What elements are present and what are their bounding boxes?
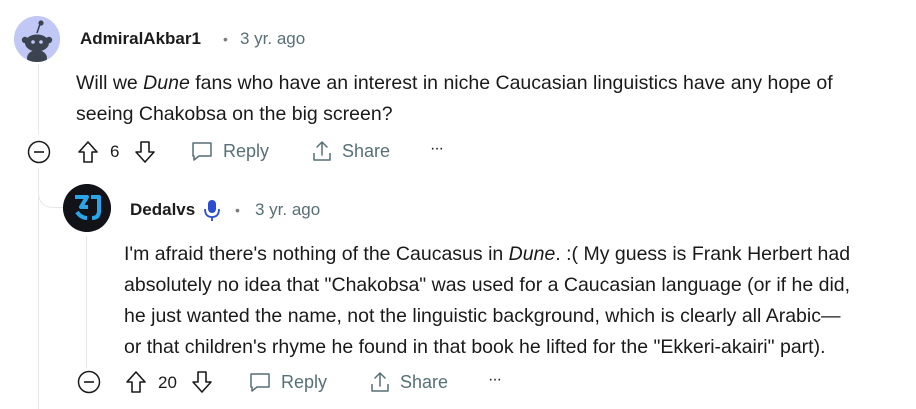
thread-line-lower	[38, 168, 39, 409]
share-icon	[313, 141, 331, 161]
comment-body-line: absolutely no idea that "Chakobsa" was u…	[124, 274, 851, 296]
thread-connector	[38, 168, 64, 208]
dedalvs-logo-icon	[63, 184, 111, 232]
flair-badge	[202, 198, 222, 222]
thread-line-reply	[86, 236, 87, 368]
comment-body-line: I'm afraid there's nothing of the Caucas…	[124, 243, 851, 265]
avatar[interactable]	[14, 16, 60, 62]
thread-line-main	[38, 64, 39, 134]
collapse-button[interactable]	[77, 370, 101, 394]
comment-body-line: or that children's rhyme he found in tha…	[124, 336, 826, 358]
comment-bubble-icon	[192, 142, 212, 161]
comment-body-line: he just wanted the name, not the linguis…	[124, 305, 841, 327]
comment-author[interactable]: AdmiralAkbar1	[80, 29, 201, 49]
reddit-snoo-icon	[14, 16, 60, 62]
comment-timestamp[interactable]: 3 yr. ago	[240, 29, 305, 49]
reply-button[interactable]: Reply	[190, 139, 269, 163]
more-options-icon: ···	[430, 140, 444, 157]
minus-circle-icon	[27, 140, 51, 164]
downvote-button[interactable]	[133, 139, 157, 165]
upvote-arrow-icon	[126, 371, 146, 393]
share-label: Share	[400, 371, 449, 392]
more-options-button[interactable]: ···	[430, 140, 444, 158]
more-options-button[interactable]: ···	[488, 371, 502, 389]
vote-count: 6	[110, 142, 120, 161]
comment-bubble-icon	[250, 373, 270, 392]
vote-count: 20	[158, 373, 177, 392]
more-options-icon: ···	[488, 371, 502, 388]
downvote-arrow-icon	[135, 141, 155, 163]
reply-label: Reply	[223, 140, 270, 161]
comment-body-line: seeing Chakobsa on the big screen?	[76, 103, 393, 125]
upvote-button[interactable]	[76, 139, 100, 165]
share-button[interactable]: Share	[369, 370, 448, 394]
share-icon	[371, 372, 389, 392]
minus-circle-icon	[77, 370, 101, 394]
comment-body: Will we Dune fans who have an interest i…	[76, 68, 833, 130]
upvote-arrow-icon	[78, 141, 98, 163]
comment-body: I'm afraid there's nothing of the Caucas…	[124, 239, 850, 363]
meta-separator: •	[223, 31, 228, 47]
downvote-arrow-icon	[192, 371, 212, 393]
microphone-icon	[204, 200, 220, 221]
share-label: Share	[342, 140, 391, 161]
comment-timestamp[interactable]: 3 yr. ago	[255, 200, 320, 220]
share-button[interactable]: Share	[311, 139, 390, 163]
downvote-button[interactable]	[190, 369, 214, 395]
avatar[interactable]	[63, 184, 111, 232]
upvote-button[interactable]	[124, 369, 148, 395]
reply-button[interactable]: Reply	[248, 370, 327, 394]
meta-separator: •	[235, 202, 240, 218]
collapse-button[interactable]	[27, 140, 51, 164]
comment-body-line: Will we Dune fans who have an interest i…	[76, 72, 833, 94]
comment-author[interactable]: Dedalvs	[130, 200, 195, 220]
reply-label: Reply	[281, 371, 328, 392]
